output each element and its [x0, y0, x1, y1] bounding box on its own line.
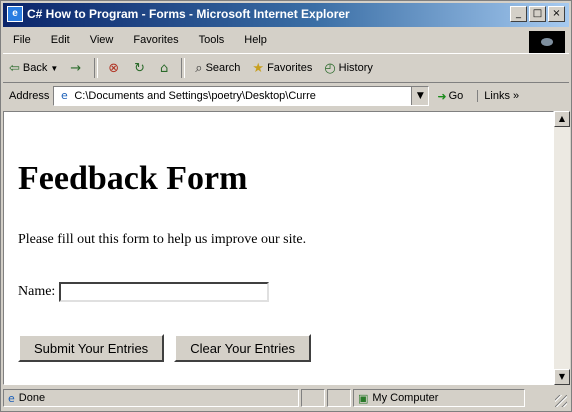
stop-icon: ⊗: [108, 60, 120, 76]
history-label: History: [338, 62, 373, 74]
resize-grip[interactable]: [555, 395, 567, 407]
home-icon: ⌂: [160, 60, 169, 76]
page-content: Feedback Form Please fill out this form …: [3, 111, 554, 385]
back-button[interactable]: ⇦ Back ▼: [3, 61, 64, 76]
close-button[interactable]: ×: [548, 6, 565, 22]
menu-file[interactable]: File: [3, 34, 41, 46]
toolbar-separator: [181, 58, 186, 78]
search-button[interactable]: ⌕ Search: [189, 61, 246, 76]
ie-app-icon: e: [7, 6, 23, 22]
back-label: Back: [22, 62, 48, 74]
refresh-icon: ↻: [134, 60, 146, 76]
form-buttons: Submit Your Entries Clear Your Entries: [18, 334, 311, 362]
menu-view[interactable]: View: [80, 34, 124, 46]
status-bar: e Done ▣ My Computer: [3, 387, 569, 409]
favorites-icon: ★: [252, 60, 265, 76]
back-arrow-icon: ⇦: [9, 60, 20, 76]
name-input[interactable]: [59, 282, 270, 302]
toolbar-separator: [94, 58, 99, 78]
status-text: Done: [18, 392, 46, 404]
forward-arrow-icon: →: [70, 60, 82, 76]
refresh-button[interactable]: ↻: [128, 61, 154, 76]
search-label: Search: [205, 62, 241, 74]
clear-button[interactable]: Clear Your Entries: [174, 334, 311, 362]
maximize-button[interactable]: □: [529, 6, 546, 22]
name-label: Name:: [18, 284, 56, 299]
forward-button[interactable]: →: [64, 61, 90, 76]
menu-tools[interactable]: Tools: [189, 34, 235, 46]
status-lock: [327, 389, 351, 407]
go-button[interactable]: ➜ Go: [437, 90, 463, 103]
computer-icon: ▣: [358, 391, 369, 405]
vertical-scrollbar[interactable]: ▲ ▼: [554, 111, 570, 385]
windows-logo-throbber: [529, 31, 565, 53]
intro-text: Please fill out this form to help us imp…: [18, 232, 307, 247]
page-heading: Feedback Form: [18, 160, 248, 197]
menu-favorites[interactable]: Favorites: [123, 34, 188, 46]
scroll-down-icon[interactable]: ▼: [554, 369, 570, 385]
name-row: Name:: [18, 282, 270, 302]
minimize-button[interactable]: _: [510, 6, 527, 22]
stop-button[interactable]: ⊗: [102, 61, 128, 76]
home-button[interactable]: ⌂: [154, 61, 177, 76]
history-icon: ◴: [324, 60, 336, 76]
page-icon: e: [60, 89, 68, 102]
scroll-up-icon[interactable]: ▲: [554, 111, 570, 127]
address-text[interactable]: C:\Documents and Settings\poetry\Desktop…: [74, 90, 404, 102]
menu-bar: File Edit View Favorites Tools Help: [3, 29, 569, 51]
links-button[interactable]: Links »: [477, 90, 519, 102]
browser-window: e C# How to Program - Forms - Microsoft …: [0, 0, 572, 412]
zone-text: My Computer: [372, 392, 439, 404]
status-zone: ▣ My Computer: [353, 389, 525, 407]
menu-edit[interactable]: Edit: [41, 34, 80, 46]
title-bar[interactable]: e C# How to Program - Forms - Microsoft …: [3, 3, 569, 27]
window-title: C# How to Program - Forms - Microsoft In…: [27, 7, 350, 21]
submit-button[interactable]: Submit Your Entries: [18, 334, 165, 362]
go-label: Go: [448, 90, 464, 102]
favorites-label: Favorites: [267, 62, 313, 74]
standard-toolbar: ⇦ Back ▼ → ⊗ ↻ ⌂ ⌕ Search ★ Favorites ◴ …: [3, 53, 569, 83]
go-arrow-icon: ➜: [437, 89, 447, 103]
address-dropdown-icon[interactable]: ▼: [411, 87, 429, 105]
done-page-icon: e: [8, 391, 15, 405]
status-main: e Done: [3, 389, 299, 407]
caption-buttons: _ □ ×: [510, 6, 565, 22]
menu-help[interactable]: Help: [234, 34, 277, 46]
address-input[interactable]: e C:\Documents and Settings\poetry\Deskt…: [53, 86, 430, 106]
address-bar: Address e C:\Documents and Settings\poet…: [3, 83, 569, 109]
back-dropdown-icon[interactable]: ▼: [50, 64, 58, 73]
favorites-button[interactable]: ★ Favorites: [246, 61, 318, 76]
search-icon: ⌕: [195, 60, 203, 76]
status-progress: [301, 389, 325, 407]
address-label: Address: [9, 90, 50, 102]
history-button[interactable]: ◴ History: [318, 61, 379, 76]
